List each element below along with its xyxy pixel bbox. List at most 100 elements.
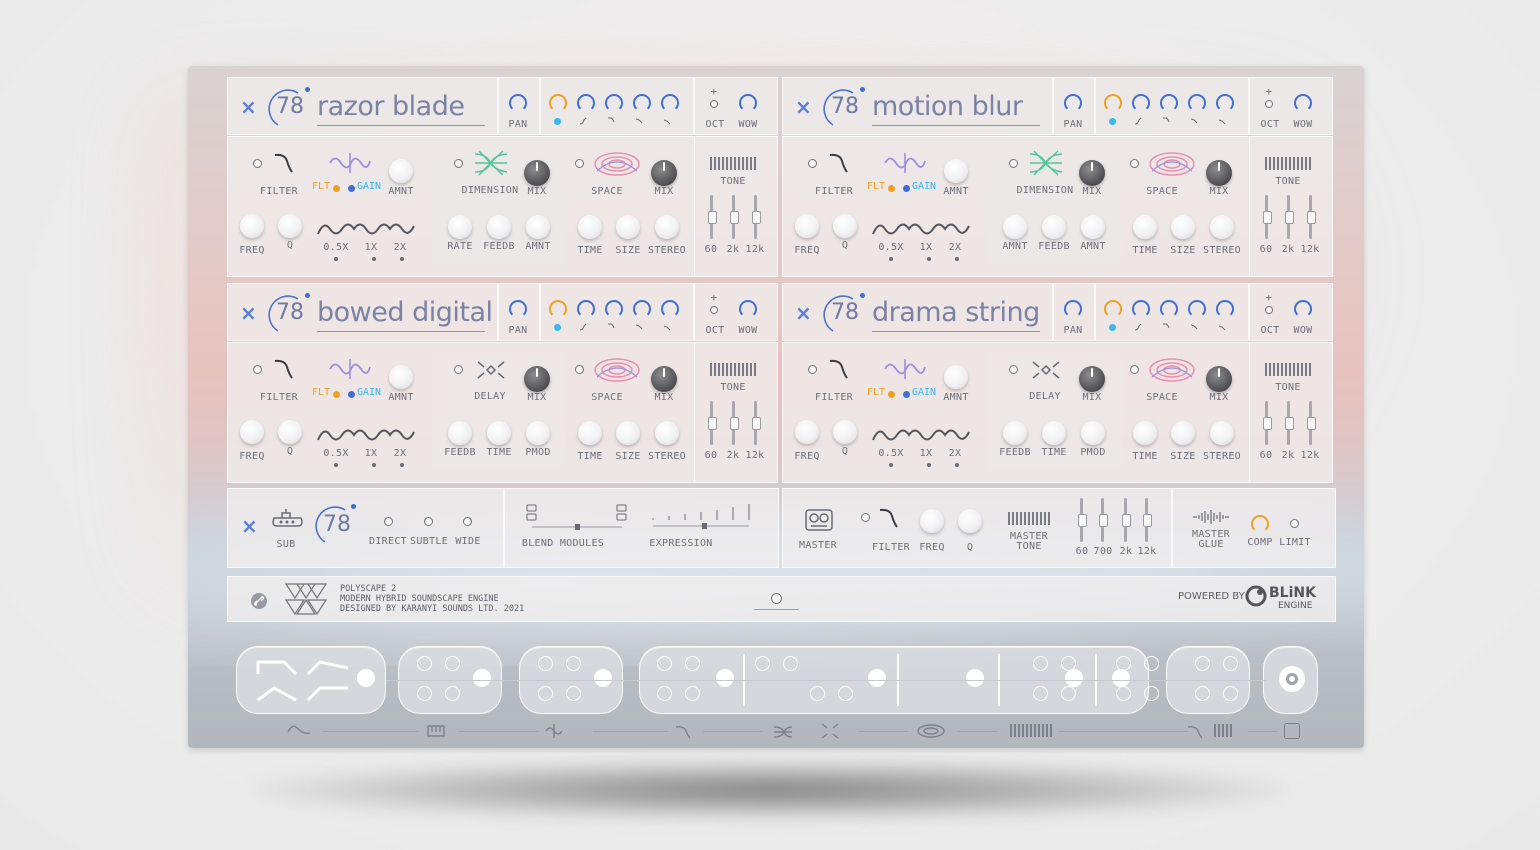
m2-eq-fader-3[interactable] bbox=[1307, 195, 1316, 239]
m2-fx1-knob-1[interactable] bbox=[1003, 215, 1027, 239]
m1-space-mix-knob[interactable] bbox=[651, 160, 677, 186]
m4-lfo-knob-5[interactable] bbox=[1216, 300, 1234, 318]
info-center-dot[interactable] bbox=[771, 593, 782, 604]
output-ring[interactable] bbox=[1279, 666, 1305, 692]
routing-node-4-4[interactable] bbox=[1061, 686, 1076, 701]
m1-filter-toggle[interactable] bbox=[253, 159, 262, 168]
m2-eq-fader-1[interactable] bbox=[1263, 195, 1272, 239]
m3-oct-toggle[interactable] bbox=[710, 306, 718, 314]
master-tone-bars-icon[interactable] bbox=[1008, 512, 1050, 525]
m2-lfo-knob-3[interactable] bbox=[1160, 94, 1178, 112]
m3-space-stereo-knob[interactable] bbox=[655, 421, 679, 445]
m2-oct-toggle[interactable] bbox=[1265, 100, 1273, 108]
m1-preset-name[interactable]: razor blade bbox=[317, 91, 485, 126]
m2-rate-dot-1[interactable] bbox=[889, 257, 893, 261]
m3-pan-knob[interactable] bbox=[509, 300, 527, 318]
m4-lfo-knob-2[interactable] bbox=[1132, 300, 1150, 318]
m4-amnt-knob[interactable] bbox=[944, 365, 968, 389]
m4-fx1-knob-2[interactable] bbox=[1042, 421, 1066, 445]
subtle-radio[interactable] bbox=[424, 517, 433, 526]
blend-modules-slider[interactable] bbox=[524, 502, 634, 532]
m3-freq-knob[interactable] bbox=[240, 420, 264, 444]
routing-node-6-2[interactable] bbox=[1223, 656, 1238, 671]
link-icon[interactable] bbox=[250, 592, 268, 610]
routing-node-mid-3[interactable] bbox=[810, 686, 825, 701]
m4-close-button[interactable]: × bbox=[795, 303, 812, 323]
m2-oct-plus[interactable]: + bbox=[1266, 85, 1273, 98]
m3-filter-toggle[interactable] bbox=[253, 365, 262, 374]
m2-lfo-knob-2[interactable] bbox=[1132, 94, 1150, 112]
master-filter-toggle[interactable] bbox=[861, 513, 870, 522]
m3-eq-fader-2[interactable] bbox=[730, 401, 739, 445]
m4-space-size-knob[interactable] bbox=[1171, 421, 1195, 445]
strip-envelope-icon[interactable] bbox=[287, 724, 316, 740]
m1-gain-dot[interactable] bbox=[348, 185, 355, 192]
m2-fx1-mix-knob[interactable] bbox=[1079, 160, 1105, 186]
m3-fx1-mix-knob[interactable] bbox=[524, 366, 550, 392]
routing-output-dot-2[interactable] bbox=[594, 669, 612, 687]
routing-node-mid-2[interactable] bbox=[783, 656, 798, 671]
m3-tone-bars-icon[interactable] bbox=[710, 363, 756, 376]
m3-q-knob[interactable] bbox=[278, 420, 302, 444]
m4-space-time-knob[interactable] bbox=[1133, 421, 1157, 445]
m1-rate-dot-1[interactable] bbox=[334, 257, 338, 261]
m3-preset-name[interactable]: bowed digital bbox=[317, 297, 493, 332]
routing-node-6-3[interactable] bbox=[1195, 686, 1210, 701]
m4-tone-bars-icon[interactable] bbox=[1265, 363, 1311, 376]
m1-oct-toggle[interactable] bbox=[710, 100, 718, 108]
m2-space-toggle[interactable] bbox=[1130, 159, 1139, 168]
m4-lfo-knob-3[interactable] bbox=[1160, 300, 1178, 318]
m1-fx1-toggle[interactable] bbox=[454, 159, 463, 168]
m4-fx1-knob-1[interactable] bbox=[1003, 421, 1027, 445]
routing-node-5-4[interactable] bbox=[1144, 686, 1159, 701]
strip-dimension-icon[interactable] bbox=[773, 724, 802, 740]
m2-eq-fader-2[interactable] bbox=[1285, 195, 1294, 239]
m2-gain-dot[interactable] bbox=[903, 185, 910, 192]
routing-node-mid-1[interactable] bbox=[755, 656, 770, 671]
m1-flt-dot[interactable] bbox=[333, 185, 340, 192]
m4-fx1-knob-3[interactable] bbox=[1081, 421, 1105, 445]
m3-wow-knob[interactable] bbox=[739, 300, 757, 318]
m3-space-toggle[interactable] bbox=[575, 365, 584, 374]
strip-tone-icon[interactable] bbox=[1010, 724, 1052, 737]
m1-fx1-knob-1[interactable] bbox=[448, 215, 472, 239]
m2-filter-toggle[interactable] bbox=[808, 159, 817, 168]
master-freq-knob[interactable] bbox=[920, 509, 944, 533]
routing-node-1-4[interactable] bbox=[445, 686, 460, 701]
m2-flt-dot[interactable] bbox=[888, 185, 895, 192]
routing-output-dot-3[interactable] bbox=[716, 669, 734, 687]
routing-node-6-4[interactable] bbox=[1223, 686, 1238, 701]
routing-node-5-3[interactable] bbox=[1116, 686, 1131, 701]
m2-preset-name[interactable]: motion blur bbox=[872, 91, 1040, 126]
m2-tone-bars-icon[interactable] bbox=[1265, 157, 1311, 170]
m3-eq-fader-1[interactable] bbox=[708, 401, 717, 445]
m1-lfo-knob-5[interactable] bbox=[661, 94, 679, 112]
routing-node-3-3[interactable] bbox=[657, 686, 672, 701]
routing-node-3-2[interactable] bbox=[685, 656, 700, 671]
m4-eq-fader-3[interactable] bbox=[1307, 401, 1316, 445]
m1-space-toggle[interactable] bbox=[575, 159, 584, 168]
m3-oct-plus[interactable]: + bbox=[711, 291, 718, 304]
m1-eq-fader-1[interactable] bbox=[708, 195, 717, 239]
m4-gain-dot[interactable] bbox=[903, 391, 910, 398]
m2-lfo-knob-1[interactable] bbox=[1104, 94, 1122, 112]
routing-node-6-1[interactable] bbox=[1195, 656, 1210, 671]
m4-flt-dot[interactable] bbox=[888, 391, 895, 398]
m3-rate-dot-1[interactable] bbox=[334, 463, 338, 467]
m2-rate-dot-3[interactable] bbox=[955, 257, 959, 261]
m4-space-toggle[interactable] bbox=[1130, 365, 1139, 374]
m1-space-stereo-knob[interactable] bbox=[655, 215, 679, 239]
routing-output-dot-6[interactable] bbox=[1065, 669, 1083, 687]
m4-freq-knob[interactable] bbox=[795, 420, 819, 444]
m3-fx1-knob-2[interactable] bbox=[487, 421, 511, 445]
m2-pan-knob[interactable] bbox=[1064, 94, 1082, 112]
wide-radio[interactable] bbox=[463, 517, 472, 526]
m4-space-stereo-knob[interactable] bbox=[1210, 421, 1234, 445]
m1-lfo-knob-2[interactable] bbox=[577, 94, 595, 112]
m4-lfo-knob-4[interactable] bbox=[1188, 300, 1206, 318]
routing-node-4-3[interactable] bbox=[1033, 686, 1048, 701]
m3-fx1-toggle[interactable] bbox=[454, 365, 463, 374]
m3-space-time-knob[interactable] bbox=[578, 421, 602, 445]
routing-node-3-4[interactable] bbox=[685, 686, 700, 701]
strip-filter-icon[interactable] bbox=[675, 724, 704, 740]
